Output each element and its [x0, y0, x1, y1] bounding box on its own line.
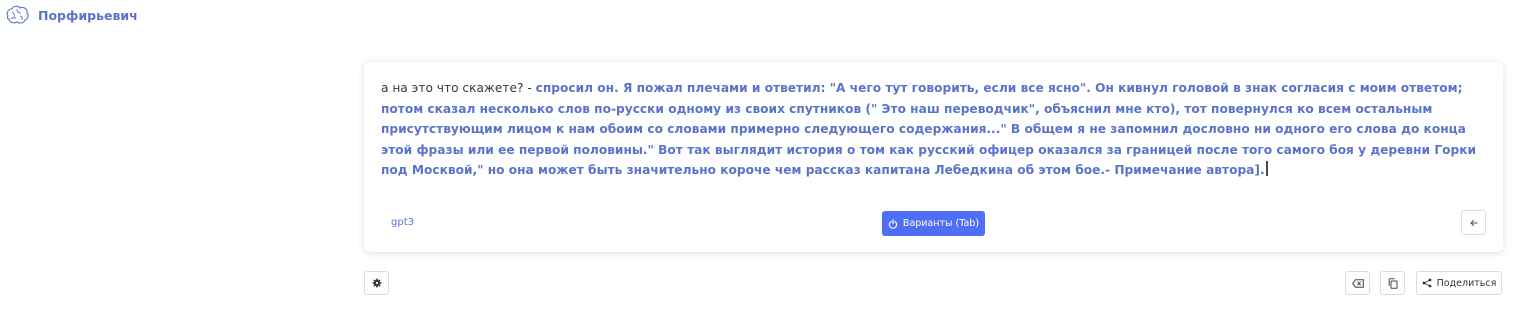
- brain-icon: [6, 5, 29, 24]
- model-label[interactable]: gpt3: [391, 217, 414, 228]
- user-text: а на это что скажете? -: [381, 81, 536, 95]
- undo-button[interactable]: [1461, 210, 1486, 235]
- copy-icon: [1388, 277, 1397, 289]
- variants-label: Варианты (Tab): [902, 218, 980, 229]
- gear-icon: [372, 278, 381, 288]
- copy-button[interactable]: [1380, 271, 1405, 295]
- editor-card: а на это что скажете? - спросил он. Я по…: [364, 62, 1503, 252]
- text-caret: [1265, 161, 1268, 177]
- brand[interactable]: Порфирьевич: [4, 4, 138, 26]
- share-label: Поделиться: [1436, 277, 1497, 289]
- settings-button[interactable]: [364, 271, 389, 295]
- variants-button[interactable]: Варианты (Tab): [882, 211, 985, 236]
- app-name: Порфирьевич: [38, 7, 138, 23]
- generated-text: спросил он. Я пожал плечами и ответил: "…: [381, 81, 1477, 178]
- arrow-left-icon: [1469, 219, 1478, 226]
- backspace-icon: [1351, 278, 1364, 288]
- share-icon: [1422, 278, 1432, 288]
- clear-button[interactable]: [1345, 271, 1370, 295]
- text-editor[interactable]: а на это что скажете? - спросил он. Я по…: [381, 78, 1489, 181]
- power-icon: [888, 218, 898, 229]
- share-button[interactable]: Поделиться: [1416, 271, 1502, 295]
